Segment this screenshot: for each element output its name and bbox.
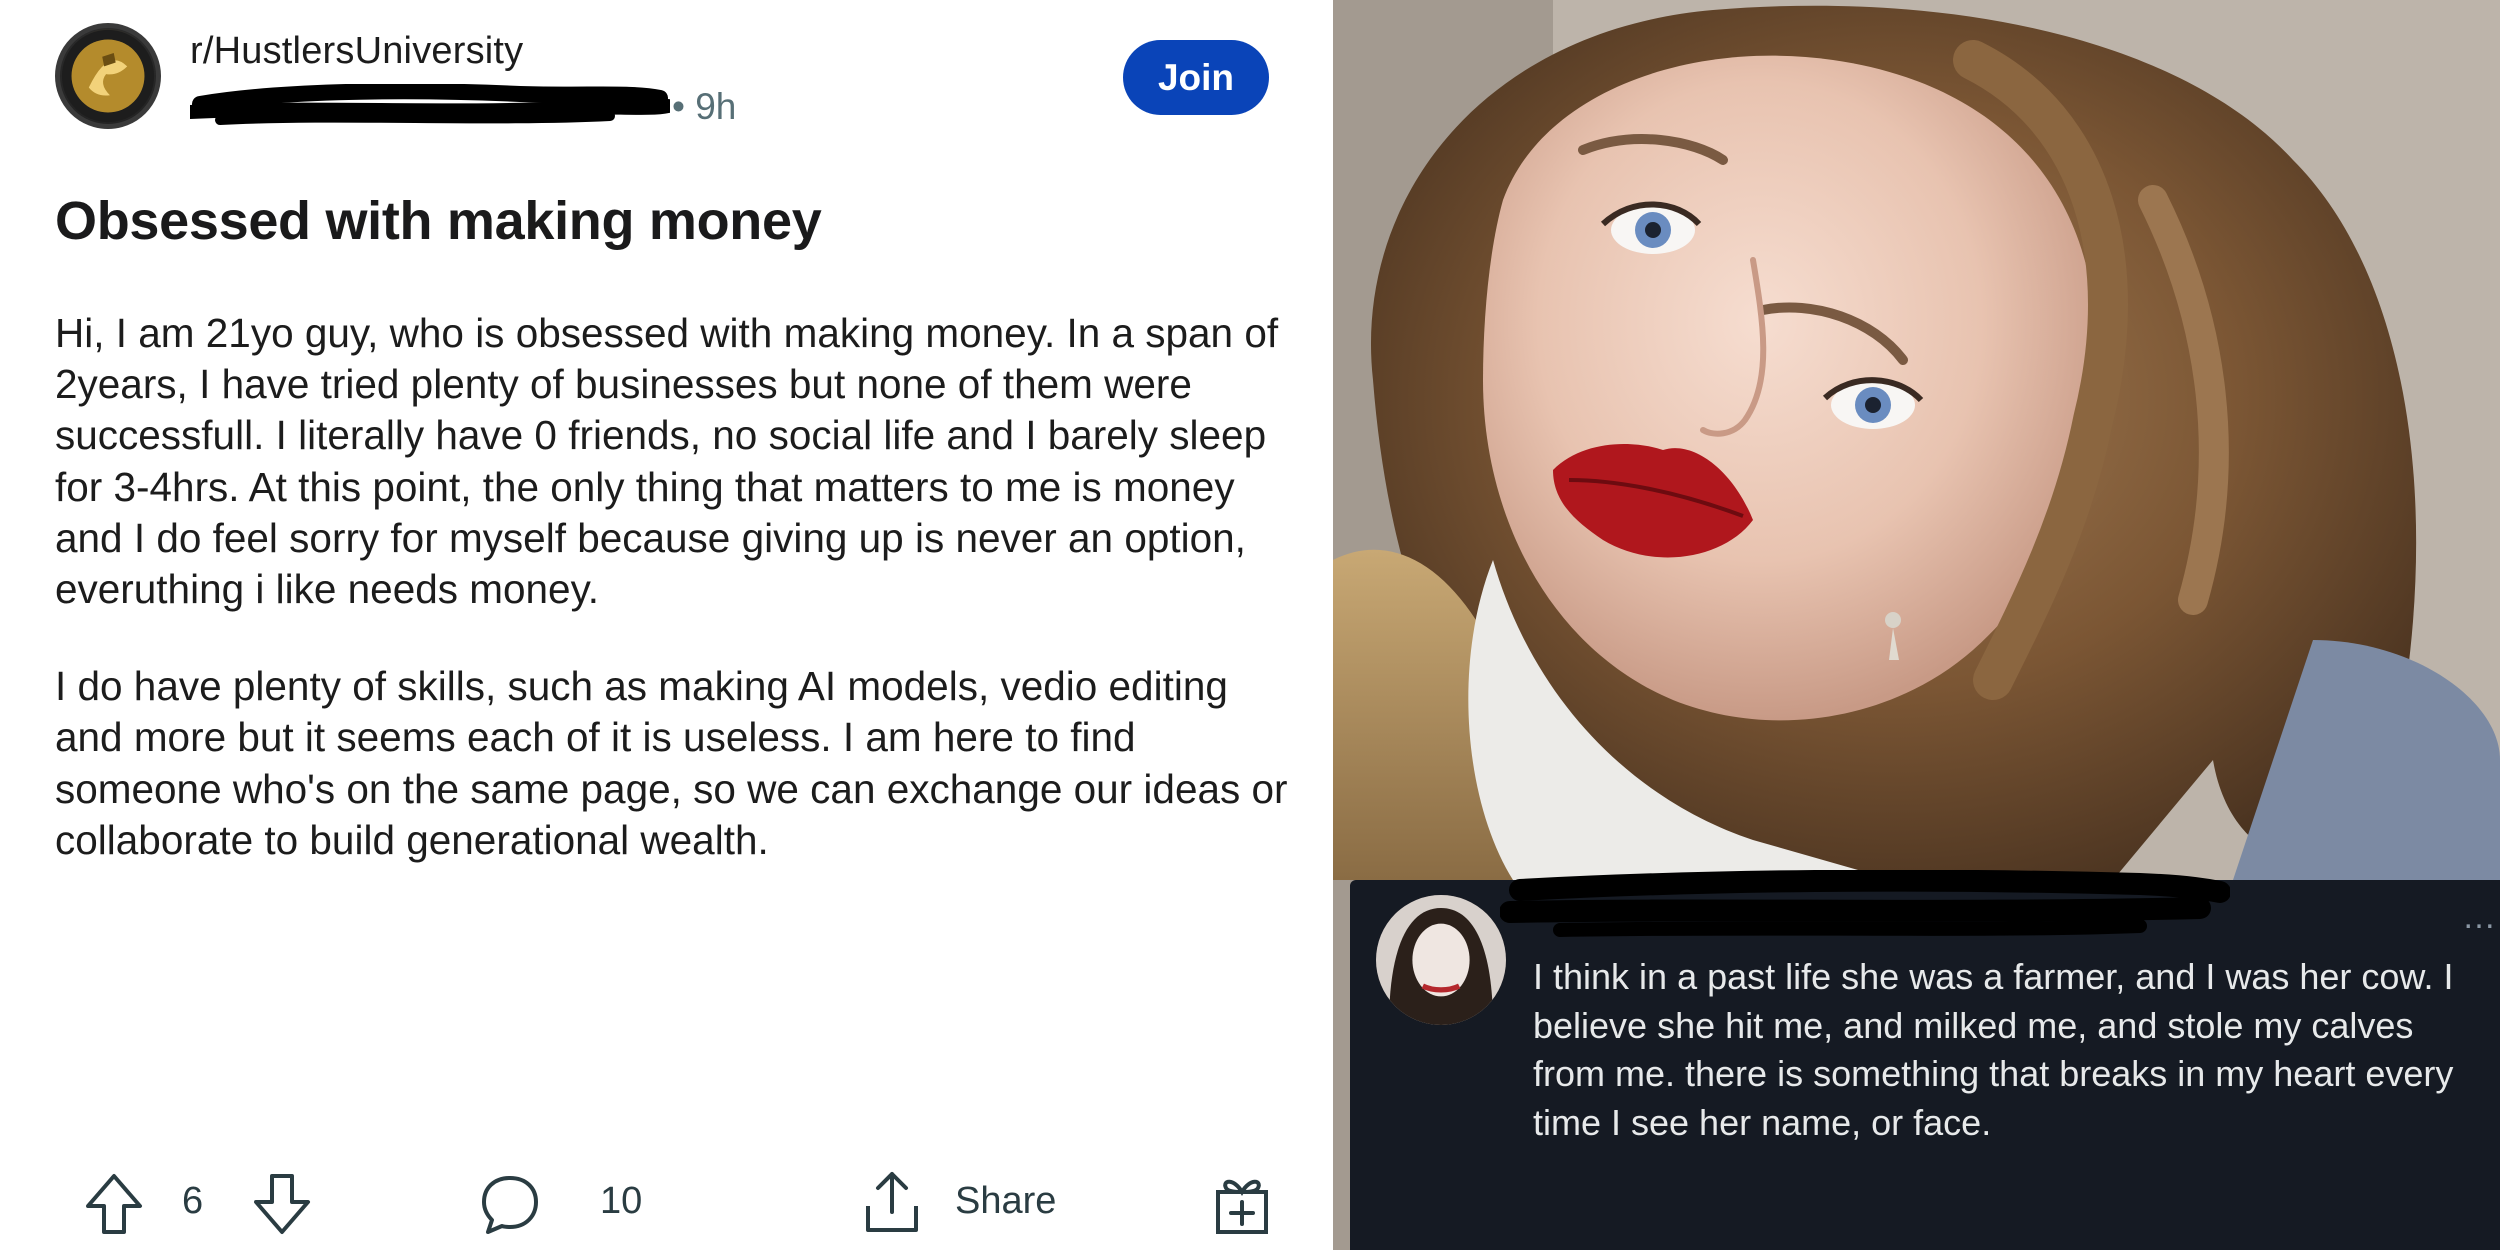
tweet-username-redaction [1500,870,2230,937]
comment-icon[interactable] [478,1172,542,1236]
reddit-post: r/HustlersUniversity • 9h Join Obsessed … [0,0,1330,1250]
username-redaction [190,84,670,125]
share-button[interactable]: Share [955,1180,1056,1223]
upvote-icon[interactable] [84,1172,144,1236]
subreddit-avatar-icon[interactable] [55,23,161,129]
post-body: Hi, I am 21yo guy, who is obsessed with … [55,308,1295,912]
subreddit-name[interactable]: r/HustlersUniversity [190,30,523,73]
join-button[interactable]: Join [1123,40,1269,115]
post-time: • 9h [672,86,737,127]
share-icon[interactable] [860,1168,924,1236]
more-options-icon[interactable]: … [2462,898,2498,937]
post-action-bar: 6 10 Share [0,1160,1330,1250]
tweet-avatar[interactable] [1376,895,1506,1025]
award-icon[interactable] [1210,1170,1274,1238]
downvote-icon[interactable] [252,1172,312,1236]
comment-count: 10 [600,1180,643,1222]
vote-count: 6 [182,1180,204,1222]
post-title[interactable]: Obsessed with making money [55,190,822,252]
post-paragraph: Hi, I am 21yo guy, who is obsessed with … [55,310,1279,613]
post-meta: • 9h [190,82,770,128]
post-paragraph: I do have plenty of skills, such as maki… [55,663,1288,863]
tweet-text: I think in a past life she was a farmer,… [1533,956,2454,1143]
